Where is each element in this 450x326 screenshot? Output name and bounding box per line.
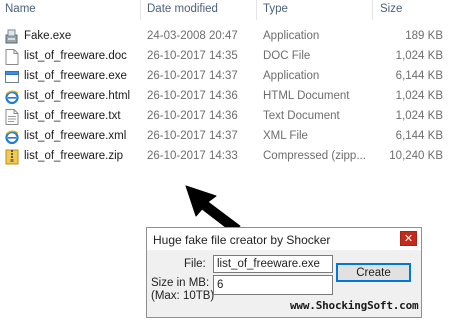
doc-file-icon — [5, 49, 19, 65]
file-size: 1,024 KB — [395, 110, 443, 122]
browser-icon — [5, 130, 19, 145]
column-divider[interactable] — [372, 0, 373, 20]
file-name: list_of_freeware.doc — [24, 50, 127, 62]
file-row[interactable]: list_of_freeware.txt 26-10-2017 14:36 Te… — [0, 107, 450, 127]
setup-app-icon — [5, 29, 18, 44]
close-button[interactable]: ✕ — [400, 231, 417, 246]
file-row[interactable]: list_of_freeware.doc 26-10-2017 14:35 DO… — [0, 47, 450, 67]
file-size: 1,024 KB — [395, 90, 443, 102]
file-date: 26-10-2017 14:36 — [147, 110, 238, 122]
file-date: 26-10-2017 14:37 — [147, 130, 238, 142]
website-label: www.ShockingSoft.com — [290, 299, 419, 312]
fake-file-creator-dialog: Huge fake file creator by Shocker ✕ File… — [146, 227, 422, 318]
create-button[interactable]: Create — [336, 263, 411, 282]
text-file-icon — [5, 109, 19, 125]
file-date: 26-10-2017 14:37 — [147, 70, 238, 82]
file-date: 24-03-2008 20:47 — [147, 30, 238, 42]
file-name: list_of_freeware.txt — [24, 110, 121, 122]
column-type[interactable]: Type — [263, 3, 288, 15]
file-row[interactable]: Fake.exe 24-03-2008 20:47 Application 18… — [0, 27, 450, 47]
zip-folder-icon — [5, 149, 19, 165]
column-size[interactable]: Size — [380, 3, 402, 15]
browser-icon — [5, 90, 19, 105]
size-max-label: (Max: 10TB) — [151, 290, 215, 302]
file-row[interactable]: list_of_freeware.html 26-10-2017 14:36 H… — [0, 87, 450, 107]
file-size: 6,144 KB — [395, 70, 443, 82]
column-date-modified[interactable]: Date modified — [147, 3, 218, 15]
size-input[interactable] — [213, 275, 333, 295]
file-type: Compressed (zipp... — [263, 150, 366, 162]
file-date: 26-10-2017 14:35 — [147, 50, 238, 62]
column-name[interactable]: Name — [5, 3, 36, 15]
file-type: HTML Document — [263, 90, 350, 102]
file-size: 6,144 KB — [395, 130, 443, 142]
size-label: Size in MB: — [151, 277, 210, 289]
file-type: XML File — [263, 130, 308, 142]
exe-window-icon — [5, 71, 19, 83]
dialog-title: Huge fake file creator by Shocker — [153, 233, 331, 247]
file-date: 26-10-2017 14:36 — [147, 90, 238, 102]
file-date: 26-10-2017 14:33 — [147, 150, 238, 162]
column-divider[interactable] — [140, 0, 141, 20]
file-type: Text Document — [263, 110, 340, 122]
file-name-input[interactable] — [213, 255, 333, 273]
file-size: 10,240 KB — [389, 150, 443, 162]
file-name: Fake.exe — [24, 30, 72, 42]
file-row[interactable]: list_of_freeware.xml 26-10-2017 14:37 XM… — [0, 127, 450, 147]
file-type: Application — [263, 30, 320, 42]
file-type: Application — [263, 70, 320, 82]
file-name: list_of_freeware.xml — [24, 130, 127, 142]
file-type: DOC File — [263, 50, 311, 62]
file-size: 189 KB — [405, 30, 443, 42]
file-row[interactable]: list_of_freeware.exe 26-10-2017 14:37 Ap… — [0, 67, 450, 87]
file-name: list_of_freeware.zip — [24, 150, 124, 162]
file-row[interactable]: list_of_freeware.zip 26-10-2017 14:33 Co… — [0, 147, 450, 167]
dialog-title-bar[interactable]: Huge fake file creator by Shocker ✕ — [147, 228, 421, 250]
column-header: Name Date modified Type Size — [0, 0, 450, 20]
column-divider[interactable] — [256, 0, 257, 20]
file-label: File: — [184, 258, 206, 270]
file-name: list_of_freeware.html — [24, 90, 131, 102]
file-name: list_of_freeware.exe — [24, 70, 127, 82]
file-size: 1,024 KB — [395, 50, 443, 62]
close-icon: ✕ — [403, 233, 414, 245]
